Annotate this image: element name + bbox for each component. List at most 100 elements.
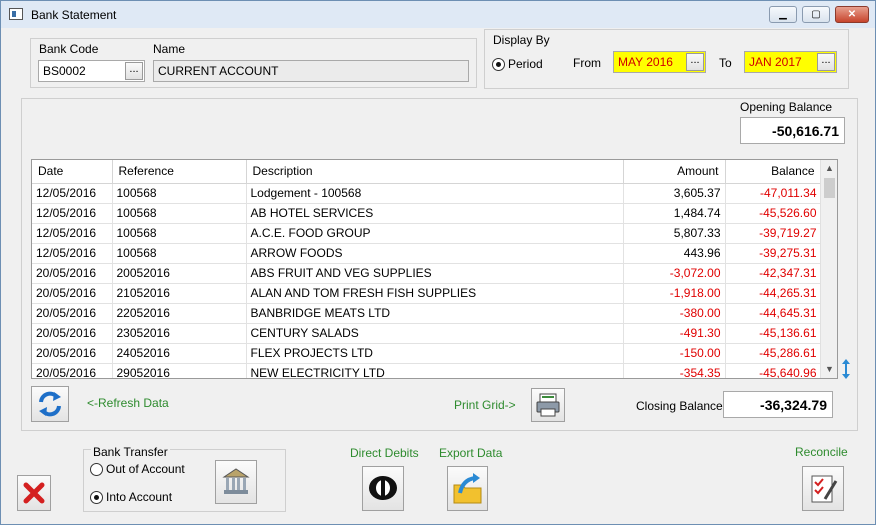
to-label: To: [719, 56, 732, 70]
export-data-label: Export Data: [439, 446, 503, 460]
cell-reference: 100568: [112, 203, 247, 224]
grid-header-row: Date Reference Description Amount Balanc…: [32, 160, 822, 184]
closing-balance-value: -36,324.79: [723, 391, 833, 418]
period-radio[interactable]: [492, 58, 505, 71]
cell-date: 20/05/2016: [32, 303, 113, 324]
cell-amount: -380.00: [623, 303, 726, 324]
cell-date: 20/05/2016: [32, 323, 113, 344]
to-period-browse-button[interactable]: ...: [817, 53, 835, 71]
reconcile-label: Reconcile: [795, 445, 848, 459]
bank-transfer-button[interactable]: [215, 460, 257, 504]
from-label: From: [573, 56, 601, 70]
cell-balance: -47,011.34: [725, 183, 822, 204]
direct-debit-icon: [369, 476, 397, 500]
direct-debits-button[interactable]: [362, 466, 404, 511]
from-period-browse-button[interactable]: ...: [686, 53, 704, 71]
cell-date: 20/05/2016: [32, 263, 113, 284]
bank-transfer-label: Bank Transfer: [91, 445, 170, 459]
cell-amount: 5,807.33: [623, 223, 726, 244]
cell-amount: 443.96: [623, 243, 726, 264]
bank-code-label: Bank Code: [39, 42, 99, 56]
cell-reference: 21052016: [112, 283, 247, 304]
statement-table: Date Reference Description Amount Balanc…: [32, 160, 822, 378]
close-window-button[interactable]: ✕: [835, 6, 869, 23]
into-account-radio[interactable]: [90, 491, 103, 504]
column-header-amount[interactable]: Amount: [623, 160, 726, 184]
column-header-reference[interactable]: Reference: [112, 160, 247, 184]
cell-description: ALAN AND TOM FRESH FISH SUPPLIES: [246, 283, 624, 304]
table-row[interactable]: 12/05/2016 100568 AB HOTEL SERVICES 1,48…: [32, 203, 822, 224]
column-header-description[interactable]: Description: [246, 160, 624, 184]
grid-vertical-scrollbar[interactable]: ▲ ▼: [820, 160, 837, 378]
to-period-field[interactable]: JAN 2017 ...: [744, 51, 837, 73]
from-period-value: MAY 2016: [618, 55, 673, 69]
bank-code-value: BS0002: [43, 64, 86, 78]
cell-balance: -39,719.27: [725, 223, 822, 244]
cell-amount: 3,605.37: [623, 183, 726, 204]
cell-amount: -1,918.00: [623, 283, 726, 304]
into-account-label: Into Account: [106, 490, 173, 504]
name-label: Name: [153, 42, 186, 56]
scroll-up-arrow-icon[interactable]: ▲: [821, 160, 838, 177]
table-row[interactable]: 20/05/2016 22052016 BANBRIDGE MEATS LTD …: [32, 303, 822, 324]
out-of-account-label: Out of Account: [106, 462, 185, 476]
bank-transfer-panel: Bank Transfer Out of Account Into Accoun…: [83, 445, 286, 512]
table-row[interactable]: 12/05/2016 100568 A.C.E. FOOD GROUP 5,80…: [32, 223, 822, 244]
cell-amount: -150.00: [623, 343, 726, 364]
resize-grid-icon[interactable]: [839, 357, 853, 381]
table-row[interactable]: 20/05/2016 21052016 ALAN AND TOM FRESH F…: [32, 283, 822, 304]
cancel-button[interactable]: [17, 475, 51, 511]
print-grid-button[interactable]: [531, 388, 565, 422]
reconcile-button[interactable]: [802, 466, 844, 511]
cell-balance: -44,645.31: [725, 303, 822, 324]
cell-date: 12/05/2016: [32, 223, 113, 244]
bank-statement-window: Bank Statement ▁ ▢ ✕ Bank Code BS0002 ..…: [0, 0, 876, 525]
bank-code-browse-button[interactable]: ...: [125, 62, 143, 80]
cell-amount: 1,484.74: [623, 203, 726, 224]
cell-reference: 100568: [112, 223, 247, 244]
cell-description: AB HOTEL SERVICES: [246, 203, 624, 224]
scroll-down-arrow-icon[interactable]: ▼: [821, 361, 838, 378]
cell-date: 20/05/2016: [32, 343, 113, 364]
cell-balance: -45,286.61: [725, 343, 822, 364]
refresh-button[interactable]: [31, 386, 69, 422]
statement-grid[interactable]: Date Reference Description Amount Balanc…: [31, 159, 838, 379]
account-name-value: CURRENT ACCOUNT: [158, 64, 279, 78]
bank-building-icon: [222, 468, 250, 494]
table-row[interactable]: 12/05/2016 100568 Lodgement - 100568 3,6…: [32, 183, 822, 204]
printer-icon: [536, 393, 560, 417]
cell-date: 20/05/2016: [32, 283, 113, 304]
scroll-thumb[interactable]: [824, 178, 835, 198]
refresh-data-link[interactable]: <-Refresh Data: [87, 396, 169, 410]
export-folder-icon: [453, 473, 482, 504]
minimize-button[interactable]: ▁: [769, 6, 797, 23]
table-row[interactable]: 12/05/2016 100568 ARROW FOODS 443.96 -39…: [32, 243, 822, 264]
cell-date: 20/05/2016: [32, 363, 113, 378]
cell-reference: 20052016: [112, 263, 247, 284]
to-period-value: JAN 2017: [749, 55, 802, 69]
title-bar: Bank Statement ▁ ▢ ✕: [1, 1, 875, 28]
out-of-account-radio[interactable]: [90, 463, 103, 476]
table-row[interactable]: 20/05/2016 24052016 FLEX PROJECTS LTD -1…: [32, 343, 822, 364]
display-by-label: Display By: [493, 33, 550, 47]
column-header-balance[interactable]: Balance: [725, 160, 822, 184]
export-data-button[interactable]: [447, 466, 488, 511]
cell-description: BANBRIDGE MEATS LTD: [246, 303, 624, 324]
table-row[interactable]: 20/05/2016 20052016 ABS FRUIT AND VEG SU…: [32, 263, 822, 284]
opening-balance-label: Opening Balance: [740, 100, 833, 114]
maximize-button[interactable]: ▢: [802, 6, 830, 23]
window-title: Bank Statement: [31, 8, 117, 22]
cell-amount: -3,072.00: [623, 263, 726, 284]
app-icon: [9, 8, 23, 20]
table-row[interactable]: 20/05/2016 23052016 CENTURY SALADS -491.…: [32, 323, 822, 344]
bank-code-field[interactable]: BS0002 ...: [38, 60, 145, 82]
cell-reference: 29052016: [112, 363, 247, 378]
cell-reference: 100568: [112, 183, 247, 204]
from-period-field[interactable]: MAY 2016 ...: [613, 51, 706, 73]
cell-date: 12/05/2016: [32, 243, 113, 264]
column-header-date[interactable]: Date: [32, 160, 113, 184]
cell-reference: 100568: [112, 243, 247, 264]
cell-balance: -45,526.60: [725, 203, 822, 224]
print-grid-label: Print Grid->: [454, 398, 516, 412]
table-row[interactable]: 20/05/2016 29052016 NEW ELECTRICITY LTD …: [32, 363, 822, 378]
